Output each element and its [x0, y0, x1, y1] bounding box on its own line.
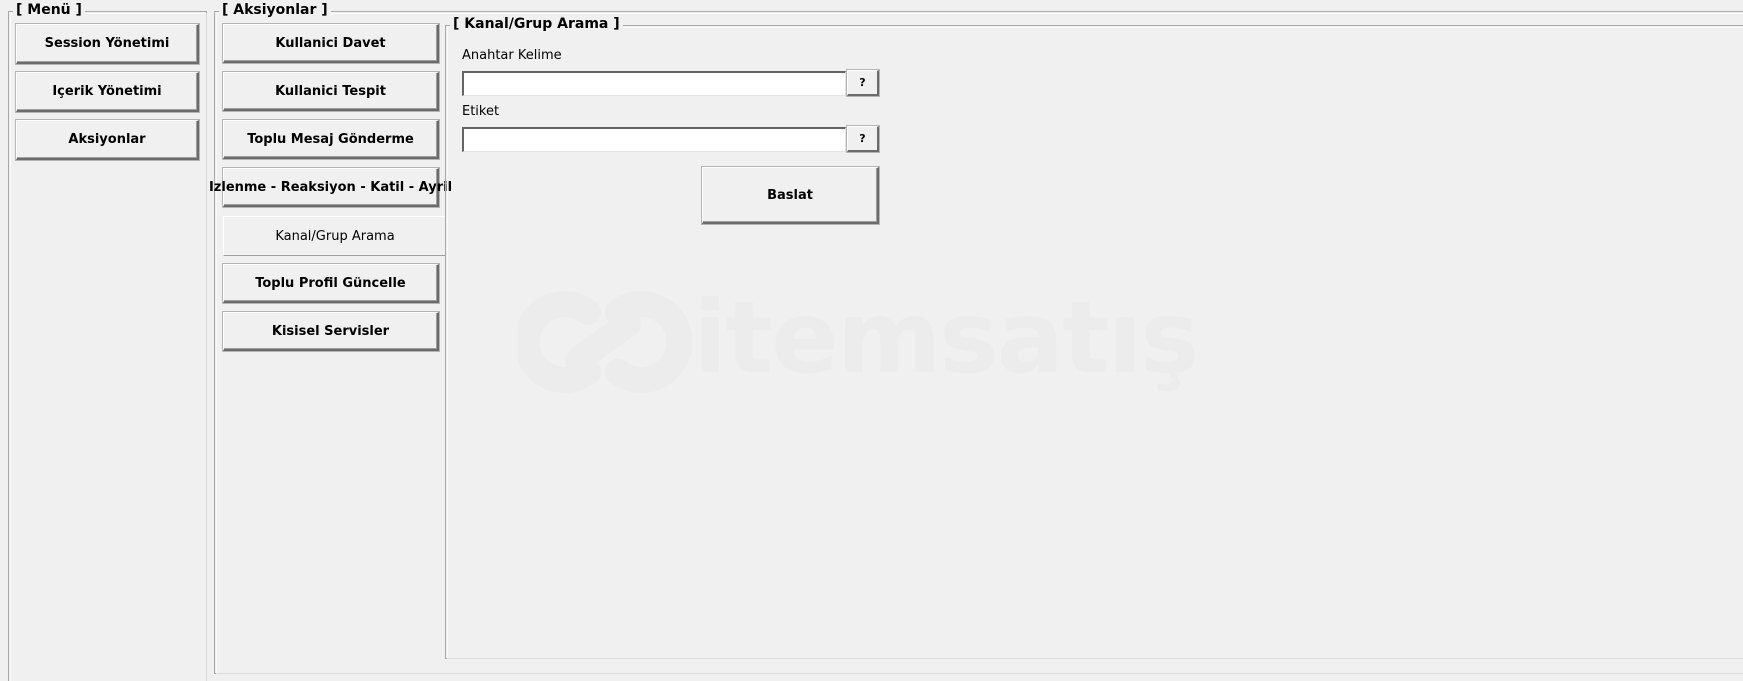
content-management-button[interactable]: Içerik Yönetimi [16, 72, 199, 112]
keyword-label: Anahtar Kelime [462, 48, 562, 63]
tab-user-detect[interactable]: Kullanici Tespit [223, 72, 439, 111]
tab-channel-group-search[interactable]: Kanal/Grup Arama [223, 216, 446, 256]
tab-personal-services[interactable]: Kisisel Servisler [223, 312, 439, 351]
tab-user-invite[interactable]: Kullanici Davet [223, 24, 439, 63]
start-button[interactable]: Baslat [702, 167, 879, 224]
menu-group-title: [ Menü ] [13, 0, 85, 20]
session-management-button[interactable]: Session Yönetimi [16, 24, 199, 64]
keyword-input[interactable] [462, 71, 846, 96]
tab-bulk-message[interactable]: Toplu Mesaj Gönderme [223, 120, 439, 159]
tab-bulk-profile-update[interactable]: Toplu Profil Güncelle [223, 264, 439, 303]
tag-input[interactable] [462, 127, 846, 152]
actions-group-title: [ Aksiyonlar ] [219, 0, 331, 20]
channel-search-title: [ Kanal/Grup Arama ] [450, 14, 623, 34]
actions-menu-button[interactable]: Aksiyonlar [16, 120, 199, 160]
app-window: [ Menü ] Session Yönetimi Içerik Yönetim… [0, 0, 1743, 681]
tag-help-button[interactable]: ? [847, 126, 879, 152]
keyword-help-button[interactable]: ? [847, 70, 879, 96]
tab-views-reactions-join-leave[interactable]: Izlenme - Reaksiyon - Katil - Ayril [209, 168, 452, 207]
channel-search-groupbox: [ Kanal/Grup Arama ] [445, 14, 1743, 659]
tag-label: Etiket [462, 104, 500, 119]
